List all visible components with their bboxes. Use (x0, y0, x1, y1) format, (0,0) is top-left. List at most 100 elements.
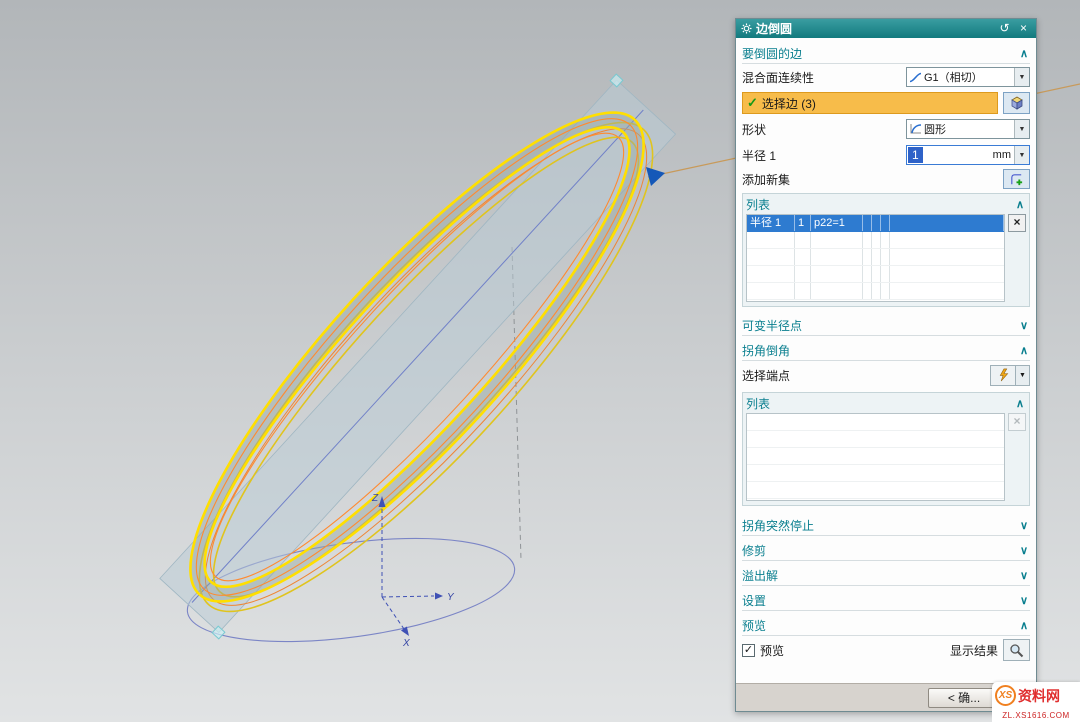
select-endpoint-row: 选择端点 ▼ (742, 361, 1030, 389)
section-variable-radius[interactable]: 可变半径点 ∨ (742, 316, 1030, 336)
select-edge-row: ✓ 选择边 (3) (742, 90, 1030, 116)
dialog-footer: < 确... (736, 683, 1036, 711)
watermark: XS 资料网 ZL.XS1616.COM (992, 682, 1080, 722)
list-row-empty (747, 414, 1004, 431)
chevron-up-icon[interactable]: ∧ (1016, 198, 1026, 211)
face-rule-button[interactable] (1003, 92, 1030, 114)
shape-dropdown[interactable]: 圆形 ▼ (906, 119, 1030, 139)
section-label: 预览 (742, 617, 1020, 634)
add-new-set-button[interactable] (1003, 169, 1030, 189)
watermark-logo-icon: XS (995, 685, 1016, 706)
endpoint-picker-button[interactable]: ▼ (990, 365, 1030, 386)
show-result-label: 显示结果 (950, 642, 998, 659)
section-preview[interactable]: 预览 ∧ (742, 616, 1030, 636)
show-result-button[interactable] (1003, 639, 1030, 661)
g1-continuity-icon (909, 72, 922, 83)
gear-icon (741, 23, 752, 34)
close-icon[interactable]: × (1016, 21, 1031, 36)
chevron-down-icon[interactable]: ∨ (1020, 519, 1030, 532)
magnifier-icon (1009, 643, 1024, 658)
watermark-url: ZL.XS1616.COM (992, 709, 1080, 722)
continuity-dropdown[interactable]: G1（相切） ▼ (906, 67, 1030, 87)
list-label: 列表 (746, 196, 1016, 213)
list-subheader[interactable]: 列表 ∧ (746, 395, 1026, 412)
unit-dropdown-icon[interactable]: ▼ (1014, 146, 1029, 164)
list-row-empty (747, 249, 1004, 266)
add-new-set-label: 添加新集 (742, 171, 998, 188)
list-row-selected[interactable]: 半径 1 1 p22=1 (747, 215, 1004, 232)
check-icon: ✓ (747, 95, 758, 111)
endpoint-list-table[interactable] (746, 413, 1005, 501)
chevron-up-icon[interactable]: ∧ (1020, 47, 1030, 60)
select-endpoint-label: 选择端点 (742, 367, 985, 384)
chevron-down-icon[interactable]: ∨ (1020, 319, 1030, 332)
watermark-brand: 资料网 (1018, 686, 1060, 706)
section-label: 可变半径点 (742, 317, 1020, 334)
section-label: 溢出解 (742, 567, 1020, 584)
dialog-body: 要倒圆的边 ∧ 混合面连续性 G1（相切） ▼ (736, 38, 1036, 683)
radius-row: 半径 1 1 mm ▼ (742, 142, 1030, 168)
list-subheader[interactable]: 列表 ∧ (746, 196, 1026, 213)
list-cell: 半径 1 (747, 215, 795, 231)
chevron-down-icon[interactable]: ▼ (1014, 120, 1029, 138)
section-edges-to-blend[interactable]: 要倒圆的边 ∧ (742, 44, 1030, 64)
section-overflow[interactable]: 溢出解 ∨ (742, 566, 1030, 586)
list-row-empty (747, 283, 1004, 300)
section-settings[interactable]: 设置 ∨ (742, 591, 1030, 611)
chevron-down-icon[interactable]: ∨ (1020, 544, 1030, 557)
continuity-row: 混合面连续性 G1（相切） ▼ (742, 64, 1030, 90)
add-set-icon (1009, 172, 1024, 187)
section-label: 拐角突然停止 (742, 517, 1020, 534)
solid-face-icon (1008, 95, 1026, 111)
section-label: 修剪 (742, 542, 1020, 559)
ok-button[interactable]: < 确... (928, 688, 1000, 708)
select-edge-field[interactable]: ✓ 选择边 (3) (742, 92, 998, 114)
preview-row: ✓ 预览 显示结果 (742, 636, 1030, 664)
endpoint-picker-icon (997, 368, 1010, 382)
reset-icon[interactable]: ↺ (997, 21, 1012, 36)
shape-label: 形状 (742, 121, 906, 138)
preview-checkbox[interactable]: ✓ (742, 644, 755, 657)
shape-value: 圆形 (922, 121, 1014, 137)
list-row-empty (747, 482, 1004, 499)
section-label: 设置 (742, 592, 1020, 609)
edge-blend-dialog: 边倒圆 ↺ × 要倒圆的边 ∧ 混合面连续性 G1（相切） (735, 18, 1037, 712)
radius-list-group: 列表 ∧ 半径 1 1 p22=1 (742, 193, 1030, 307)
shape-row: 形状 圆形 ▼ (742, 116, 1030, 142)
continuity-value: G1（相切） (922, 69, 1014, 85)
list-cell: 1 (795, 215, 811, 231)
delete-endpoint-button: × (1008, 413, 1026, 431)
chevron-up-icon[interactable]: ∧ (1020, 344, 1030, 357)
chevron-down-icon[interactable]: ▼ (1016, 365, 1030, 386)
chevron-down-icon[interactable]: ∨ (1020, 569, 1030, 582)
preview-checkbox-label: 预览 (760, 642, 950, 659)
application-window: Z Y X 边倒圆 ↺ × (0, 0, 1080, 722)
section-trim[interactable]: 修剪 ∨ (742, 541, 1030, 561)
chevron-up-icon[interactable]: ∧ (1016, 397, 1026, 410)
circular-shape-icon (909, 123, 922, 135)
list-row-empty (747, 465, 1004, 482)
add-new-set-row: 添加新集 (742, 168, 1030, 190)
chevron-down-icon[interactable]: ∨ (1020, 594, 1030, 607)
chevron-up-icon[interactable]: ∧ (1020, 619, 1030, 632)
section-label: 要倒圆的边 (742, 45, 1020, 62)
list-row-empty (747, 266, 1004, 283)
list-row-empty (747, 232, 1004, 249)
section-corner-setback[interactable]: 拐角倒角 ∧ (742, 341, 1030, 361)
delete-set-button[interactable]: × (1008, 214, 1026, 232)
radius-unit: mm (993, 149, 1014, 161)
radius-value: 1 (908, 147, 923, 163)
list-cell: p22=1 (811, 215, 863, 231)
dialog-titlebar[interactable]: 边倒圆 ↺ × (736, 19, 1036, 38)
continuity-label: 混合面连续性 (742, 69, 906, 86)
axis-x-label: X (402, 638, 410, 649)
dialog-title: 边倒圆 (756, 20, 993, 37)
radius-list-table[interactable]: 半径 1 1 p22=1 (746, 214, 1005, 302)
radius-input[interactable]: 1 mm ▼ (906, 145, 1030, 165)
chevron-down-icon[interactable]: ▼ (1014, 68, 1029, 86)
section-corner-stop[interactable]: 拐角突然停止 ∨ (742, 516, 1030, 536)
list-label: 列表 (746, 395, 1016, 412)
section-label: 拐角倒角 (742, 342, 1020, 359)
radius-label: 半径 1 (742, 147, 906, 164)
list-row-empty (747, 448, 1004, 465)
